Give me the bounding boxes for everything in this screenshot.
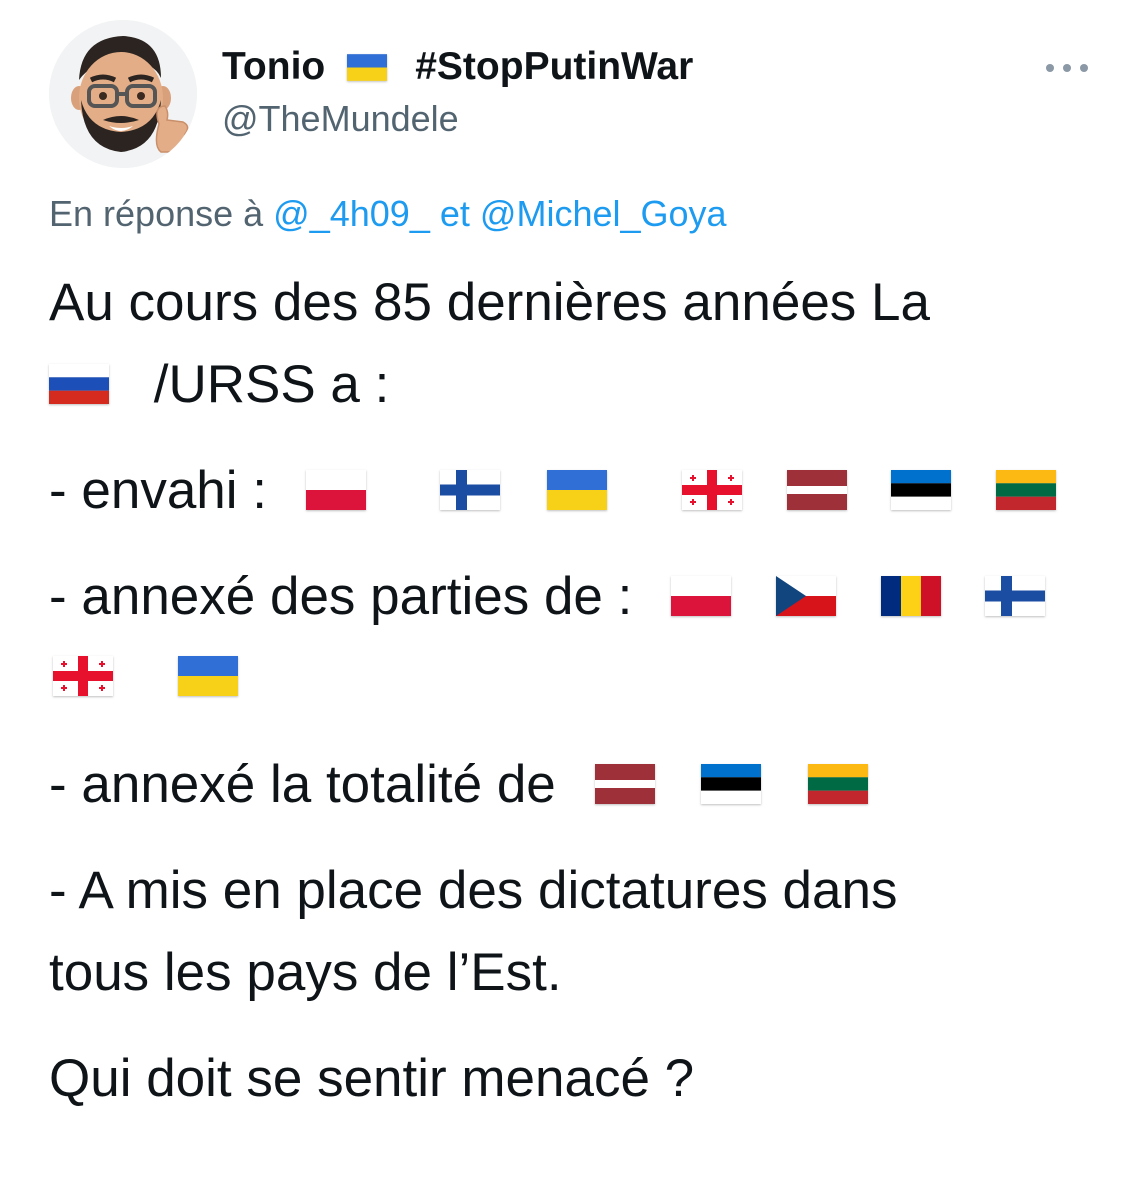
tweet-line-annexe-parties-cont [49, 644, 252, 710]
georgia-flag-icon [53, 656, 113, 696]
reply-prefix: En réponse à [49, 193, 264, 234]
lithuania-flag-icon [996, 470, 1057, 510]
poland-flag-icon [671, 576, 732, 616]
tweet-line-annexe-totalite-text: - annexé la totalité de [49, 755, 556, 814]
czechia-flag-icon [775, 576, 836, 616]
reply-mention-1[interactable]: @_4h09_ [273, 193, 430, 234]
hashtag-name[interactable]: #StopPutinWar [415, 45, 693, 89]
tweet-line-pays-est: tous les pays de l’Est. [49, 943, 562, 1002]
tweet-line-annexe-parties-text: - annexé des parties de : [49, 567, 633, 626]
ukraine-flag-icon [177, 656, 238, 696]
memoji-avatar-icon [49, 20, 197, 168]
reply-connector: et [439, 193, 470, 234]
poland-flag-icon [305, 470, 366, 510]
tweet-line-2: /URSS a : [49, 352, 389, 418]
reply-context: En réponse à @_4h09_ et @Michel_Goya [49, 193, 727, 235]
ukraine-flag-icon [347, 53, 388, 81]
estonia-flag-icon [701, 764, 762, 804]
avatar[interactable] [49, 20, 197, 168]
tweet-line-2-text: /URSS a : [153, 355, 390, 414]
georgia-flag-icon [681, 470, 742, 510]
romania-flag-icon [880, 576, 941, 616]
reply-mention-2[interactable]: @Michel_Goya [480, 193, 727, 234]
russia-flag-icon [49, 364, 109, 404]
more-options-icon[interactable] [1042, 60, 1092, 76]
latvia-flag-icon [594, 764, 655, 804]
tweet-line-annexe-totalite: - annexé la totalité de [49, 752, 882, 818]
ukraine-flag-icon [547, 470, 608, 510]
finland-flag-icon [440, 470, 501, 510]
tweet-line-envahi-text: - envahi : [49, 461, 268, 520]
display-name[interactable]: Tonio [222, 45, 325, 89]
tweet-line-1: Au cours des 85 dernières années La [49, 273, 930, 332]
user-handle[interactable]: @TheMundele [222, 98, 459, 140]
tweet-line-envahi: - envahi : [49, 458, 1070, 524]
latvia-flag-icon [786, 470, 847, 510]
tweet-line-question: Qui doit se sentir menacé ? [49, 1049, 695, 1108]
estonia-flag-icon [891, 470, 952, 510]
tweet-line-dictatures: - A mis en place des dictatures dans [49, 861, 898, 920]
finland-flag-icon [985, 576, 1046, 616]
display-name-row[interactable]: Tonio #StopPutinWar [222, 42, 693, 92]
lithuania-flag-icon [808, 764, 868, 804]
tweet-line-annexe-parties: - annexé des parties de : [49, 564, 1059, 630]
